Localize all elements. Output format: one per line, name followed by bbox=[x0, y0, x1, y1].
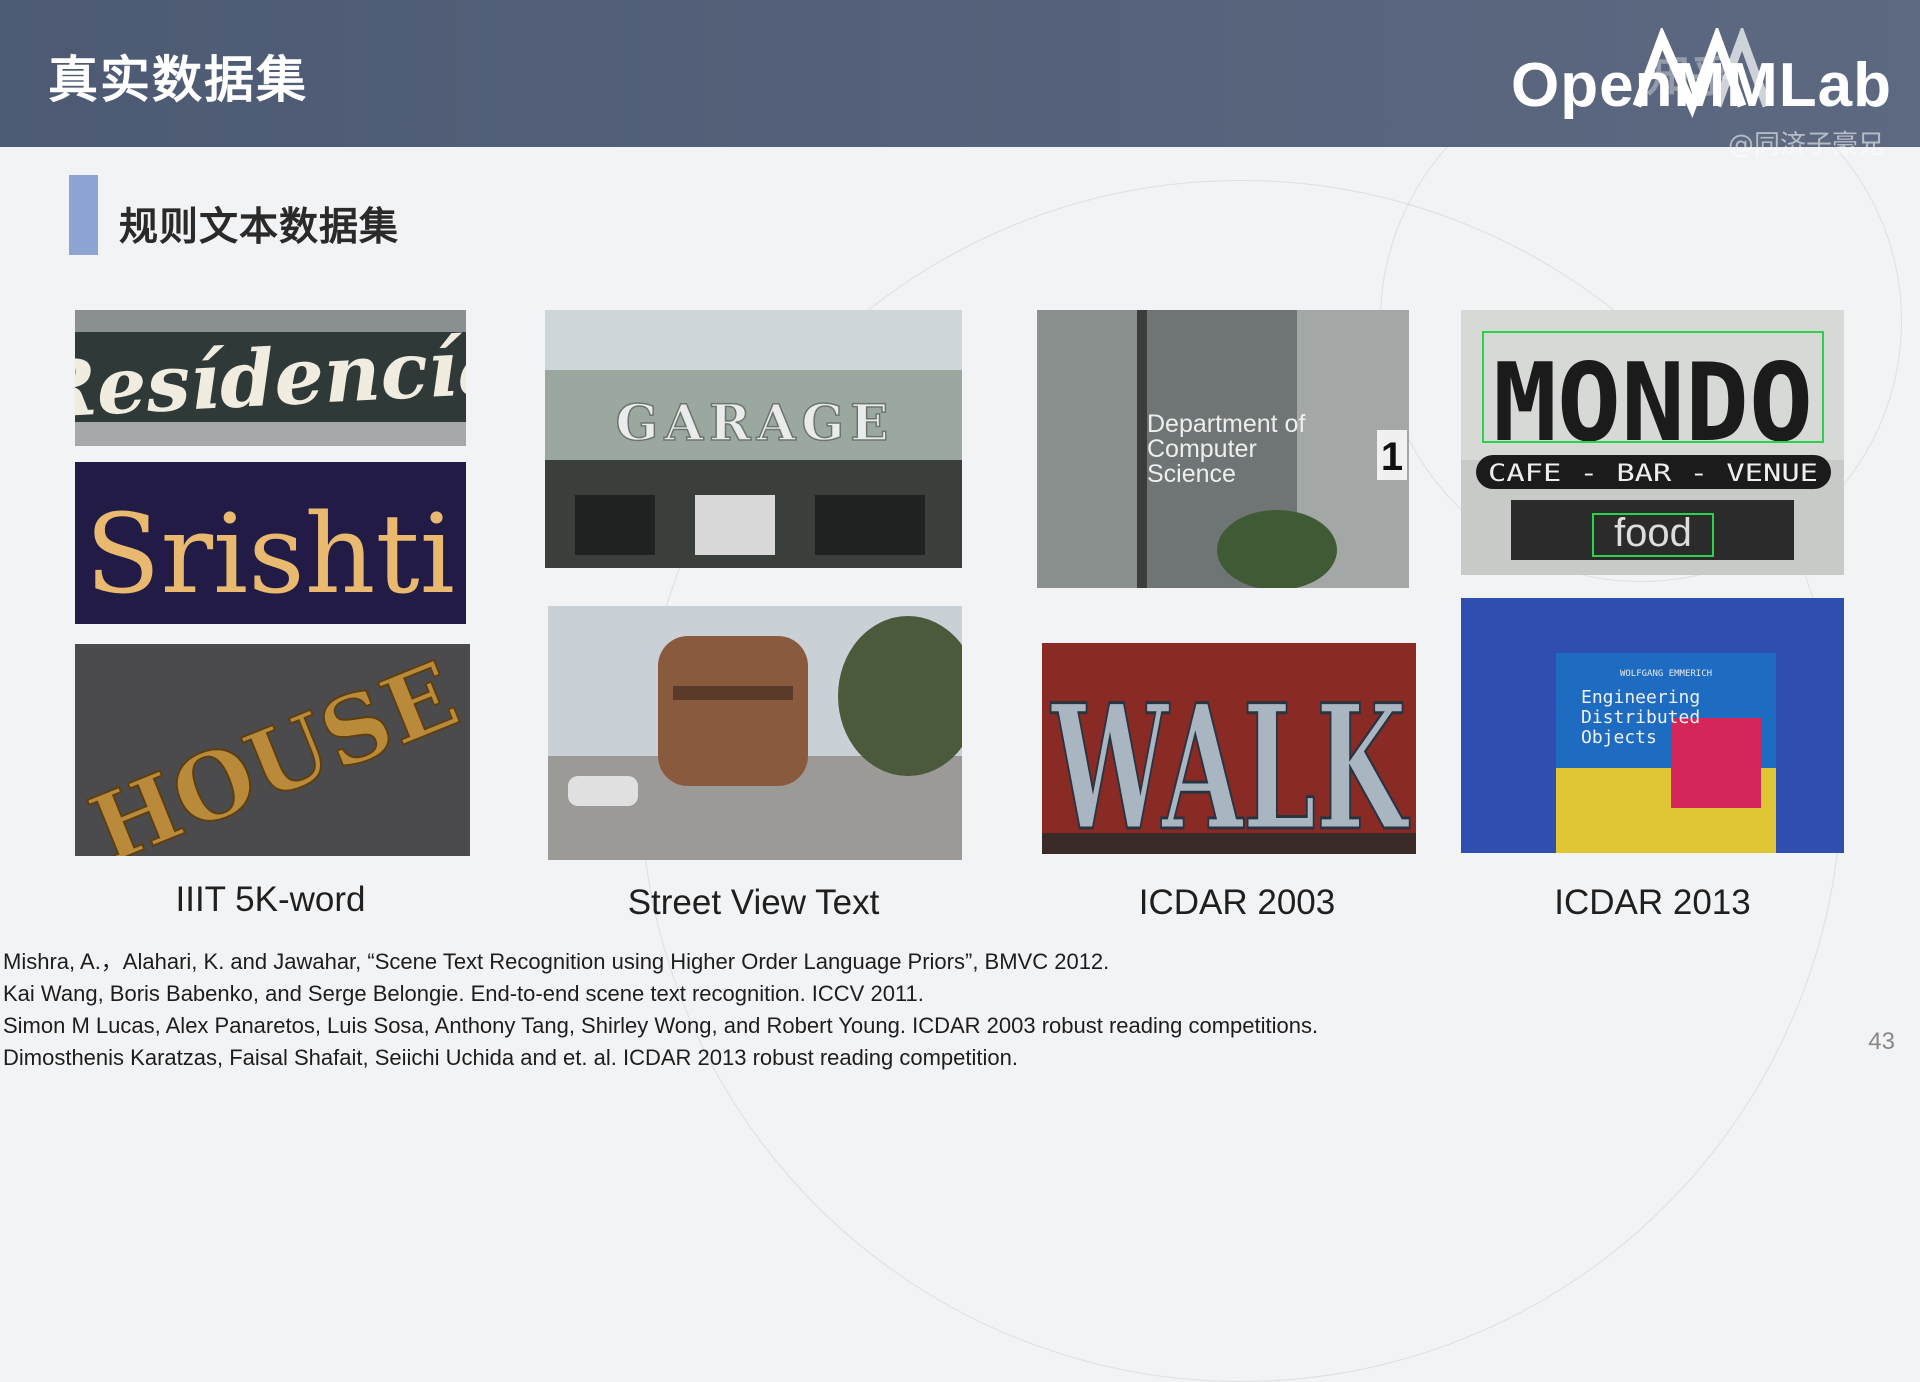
section-title: 规则文本数据集 bbox=[119, 205, 400, 250]
caption-icdar2013: ICDAR 2013 bbox=[1554, 883, 1751, 922]
sample-image-mondo: MONDO CAFE - BAR - VENUE food bbox=[1461, 310, 1844, 575]
watermark-user: @同济子豪兄 bbox=[1727, 130, 1884, 160]
word-distributed: Distributed bbox=[1581, 707, 1700, 728]
word-department: Department of bbox=[1147, 410, 1305, 438]
caption-icdar2003: ICDAR 2003 bbox=[1138, 883, 1336, 922]
section-accent-bar bbox=[69, 175, 98, 255]
sample-image-house: HOUSE bbox=[75, 644, 470, 856]
sample-image-walk: WALK bbox=[1042, 643, 1416, 854]
slide-header: 真实数据集 知乎 OpenMMLab @同济子豪兄 bbox=[0, 0, 1920, 160]
word-author: WOLFGANG EMMERICH bbox=[1620, 669, 1712, 679]
sample-image-department: 1 Department of Computer Science bbox=[1037, 310, 1409, 588]
reference-item: Dimosthenis Karatzas, Faisal Shafait, Se… bbox=[3, 1045, 1018, 1070]
reference-item: Simon M Lucas, Alex Panaretos, Luis Sosa… bbox=[3, 1013, 1319, 1038]
caption-svt: Street View Text bbox=[627, 883, 880, 922]
logo-text: OpenMMLab bbox=[1511, 51, 1892, 120]
word-walk: WALK bbox=[1050, 666, 1410, 854]
word-science: Science bbox=[1147, 460, 1236, 488]
reference-item: Mishra, A.，Alahari, K. and Jawahar, “Sce… bbox=[3, 949, 1110, 974]
caption-iiit5k: IIIT 5K-word bbox=[175, 880, 366, 919]
word-computer: Computer bbox=[1147, 435, 1257, 463]
word-srishti: Srishti bbox=[85, 490, 455, 618]
sign-number: 1 bbox=[1381, 435, 1403, 479]
references: Mishra, A.，Alahari, K. and Jawahar, “Sce… bbox=[3, 946, 1318, 1074]
sample-image-street-building bbox=[548, 606, 962, 860]
reference-item: Kai Wang, Boris Babenko, and Serge Belon… bbox=[3, 981, 924, 1006]
slide-title: 真实数据集 bbox=[48, 51, 308, 109]
sample-image-book: WOLFGANG EMMERICH Engineering Distribute… bbox=[1461, 598, 1844, 853]
word-garage: GARAGE bbox=[616, 393, 895, 452]
word-cafe-bar-venue: CAFE - BAR - VENUE bbox=[1488, 459, 1818, 487]
sample-image-residencia: Resídencía bbox=[75, 310, 466, 446]
word-objects: Objects bbox=[1581, 727, 1657, 748]
word-engineering: Engineering bbox=[1581, 687, 1700, 708]
word-food: food bbox=[1614, 511, 1692, 555]
sample-image-srishti: Srishti bbox=[75, 462, 466, 624]
page-number: 43 bbox=[1868, 1028, 1895, 1055]
sample-image-garage: GARAGE bbox=[545, 310, 962, 568]
word-mondo: MONDO bbox=[1493, 341, 1813, 466]
